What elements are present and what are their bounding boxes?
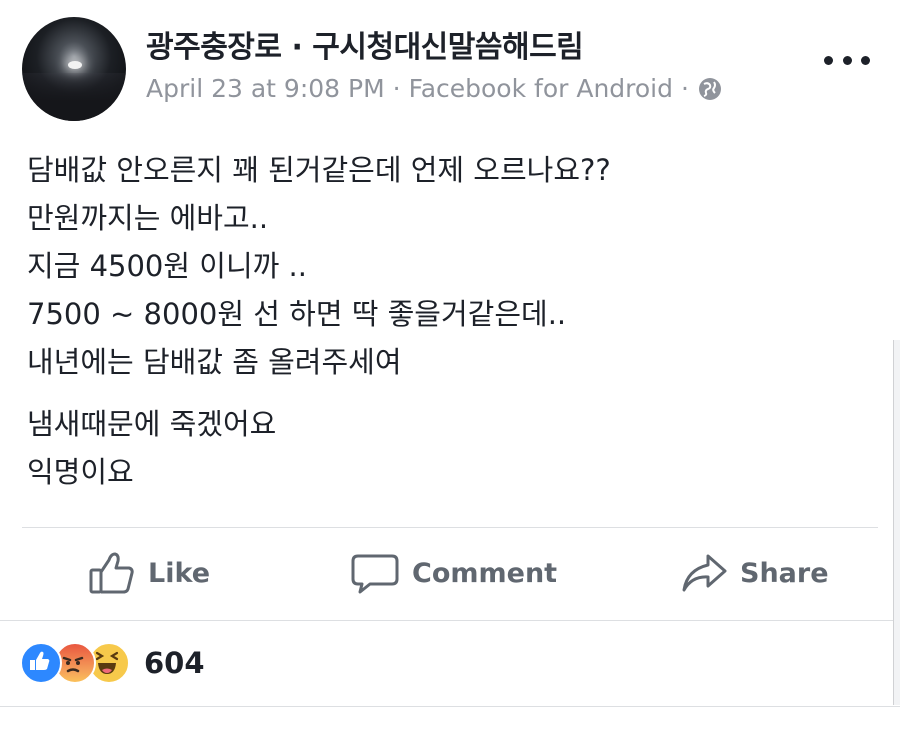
avatar-stage-light [68,61,82,69]
thumbs-up-icon [88,550,136,596]
comment-button[interactable]: Comment [350,545,557,601]
scrollbar-edge[interactable] [893,340,900,705]
reactions-summary[interactable]: 604 [20,642,205,684]
meta-separator: · [392,74,401,103]
reactions-divider [0,620,900,621]
like-button[interactable]: Like [88,545,210,601]
post-timestamp[interactable]: April 23 at 9:08 PM [146,74,385,103]
more-dot [842,55,852,65]
post-text-line: 7500 ~ 8000원 선 하면 딱 좋을거같은데.. [27,297,567,331]
page-name-link[interactable]: 광주충장로 · 구시청대신말씀해드림 [146,22,584,66]
like-label: Like [148,557,211,589]
page-avatar[interactable] [22,17,126,121]
post-text-line: 익명이요 [27,455,134,489]
post-text-line: 내년에는 담배값 좀 올려주세여 [27,345,402,379]
comment-bubble-icon [350,550,400,596]
post-meta: April 23 at 9:08 PM · Facebook for Andro… [146,74,723,103]
more-dot [824,55,833,65]
like-reaction-icon [20,642,62,684]
post-source: Facebook for Android [408,74,674,103]
meta-separator: · [681,74,689,103]
more-options-icon[interactable] [824,50,870,70]
comment-label: Comment [412,557,558,589]
more-dot [861,55,870,65]
card-bottom-border [0,706,900,707]
post-text-line: 만원까지는 에바고.. [27,201,269,235]
reaction-count: 604 [144,646,205,680]
post-text-line: 담배값 안오른지 꽤 된거같은데 언제 오르나요?? [27,153,611,187]
share-button[interactable]: Share [680,545,829,601]
globe-icon[interactable] [697,76,723,102]
actions-divider [22,527,878,528]
post-text-line: 지금 4500원 이니까 .. [27,249,307,283]
post-text-line: 냄새때문에 죽겠어요 [27,407,277,441]
share-label: Share [740,557,829,589]
share-arrow-icon [680,550,728,596]
avatar-crowd [22,73,126,121]
post-body: 담배값 안오른지 꽤 된거같은데 언제 오르나요?? 만원까지는 에바고.. 지… [27,146,867,496]
